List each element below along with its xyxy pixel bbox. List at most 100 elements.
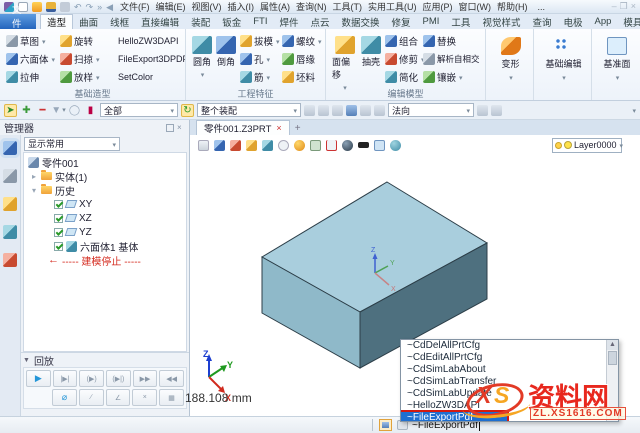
menu-item[interactable]: 工具(T) [330, 0, 366, 13]
replay-button[interactable]: ▶▶ [133, 370, 158, 387]
menu-item[interactable]: 插入(I) [225, 0, 258, 13]
ribbon-tab[interactable]: FTI [247, 14, 273, 29]
ribbon-tab[interactable]: 模具 [617, 14, 640, 29]
checkbox-checked-icon[interactable] [54, 200, 63, 209]
tree-root-part[interactable]: 零件001 [24, 155, 186, 169]
tree-node-history[interactable]: ▾ 历史 [24, 183, 186, 197]
tab-assembly-icon[interactable] [3, 169, 17, 183]
menu-item[interactable]: 编辑(E) [153, 0, 189, 13]
ribbon-item-chamfer[interactable]: 倒角 [216, 36, 236, 88]
ribbon-tab[interactable]: 电极 [557, 14, 588, 29]
undo-icon[interactable]: ↶ [74, 2, 82, 12]
tab-history-icon[interactable] [3, 141, 17, 155]
file-menu-button[interactable]: 文件(F) [0, 14, 36, 29]
ribbon-tab[interactable]: 线框 [104, 14, 135, 29]
save-icon[interactable] [46, 2, 56, 12]
plane-display-icon[interactable] [374, 140, 385, 151]
normal-select[interactable]: 法向 [388, 103, 474, 117]
ribbon-item-sketch[interactable]: 草图 [6, 34, 60, 48]
command-window-icon[interactable] [379, 419, 392, 431]
collapse-left-icon[interactable]: ◀ [106, 2, 113, 12]
menu-item[interactable]: 应用(P) [420, 0, 456, 13]
ribbon-item-fileexport3dpdf[interactable]: FileExport3DPDF [118, 54, 186, 64]
ribbon-tab[interactable]: 查询 [526, 14, 557, 29]
autocomplete-item[interactable]: ~CdEditAllPrtCfg [401, 352, 607, 364]
menu-item[interactable]: 窗口(W) [456, 0, 495, 13]
remove-selection-icon[interactable]: ━ [36, 104, 49, 117]
ribbon-tab[interactable]: 焊件 [273, 14, 304, 29]
ribbon-item-inlay[interactable]: 镶嵌 [423, 70, 481, 84]
checkbox-checked-icon[interactable] [54, 214, 63, 223]
open-file-icon[interactable] [32, 2, 42, 12]
scroll-up-icon[interactable]: ▲ [607, 340, 618, 350]
pick-list-icon[interactable]: ▮ [84, 104, 97, 117]
ribbon-tab[interactable]: 装配 [185, 14, 216, 29]
ribbon-item-basic-edit[interactable]: 基础编辑 [540, 37, 587, 82]
scope-select[interactable]: 整个装配 [197, 103, 301, 117]
ribbon-item-loft[interactable]: 放样 [60, 70, 118, 84]
ribbon-tab[interactable]: 视觉样式 [476, 14, 526, 29]
tree-node-plane-yz[interactable]: YZ [24, 225, 186, 239]
ribbon-tab[interactable]: 数据交换 [336, 14, 386, 29]
eraser-icon[interactable] [230, 140, 241, 151]
ribbon-item-setcolor[interactable]: SetColor [118, 72, 186, 82]
new-tab-button[interactable]: + [290, 122, 306, 135]
replay-button[interactable]: (▶|) [106, 370, 131, 387]
ribbon-tab[interactable]: 点云 [304, 14, 335, 29]
tab-regen-icon[interactable] [3, 253, 17, 267]
autocomplete-item[interactable]: ~CdDelAllPrtCfg [401, 340, 607, 352]
restore-icon[interactable]: ❐ [620, 1, 628, 12]
toolbar-overflow-icon[interactable]: » [97, 2, 102, 12]
tree-filter-select[interactable]: 显示常用 [24, 137, 120, 151]
filter-icon[interactable]: ▼ [52, 104, 65, 117]
ribbon-item-combine[interactable]: 组合 [385, 34, 423, 48]
ribbon-item-trim[interactable]: 修剪 [385, 52, 423, 66]
menu-overflow[interactable]: ... [535, 2, 549, 12]
layer-select[interactable]: Layer0000 [552, 138, 622, 153]
replay-button[interactable]: ▶ [26, 370, 51, 387]
replay-tool-button[interactable]: ⌀ [52, 389, 77, 406]
ribbon-item-rib[interactable]: 筋 [240, 70, 282, 84]
grid-icon[interactable] [310, 140, 321, 151]
chevron-down-icon[interactable]: ▾ [30, 186, 38, 195]
pick-normal-icon[interactable] [477, 105, 488, 116]
ribbon-tab[interactable]: 曲面 [73, 14, 104, 29]
collapse-bar-icon[interactable] [631, 106, 636, 115]
exit-icon[interactable] [198, 140, 209, 151]
document-tab[interactable]: 零件001.Z3PRT × [196, 120, 290, 135]
tab-close-icon[interactable]: × [276, 123, 281, 133]
ribbon-item-replace[interactable]: 替换 [423, 34, 481, 48]
replay-tool-button[interactable]: ▦ [159, 389, 184, 406]
close-icon[interactable]: × [631, 1, 636, 12]
align-top-icon[interactable] [332, 105, 343, 116]
tree-node-solids[interactable]: ▸ 实体(1) [24, 169, 186, 183]
select-cursor-icon[interactable]: ➤ [4, 104, 17, 117]
checkbox-checked-icon[interactable] [54, 228, 63, 237]
menu-item[interactable]: 查询(N) [293, 0, 330, 13]
autocomplete-item[interactable]: ~CdSimLabUpdate [401, 388, 607, 400]
ribbon-item-resolve-selfx[interactable]: 解析自相交 [423, 53, 481, 65]
replay-button[interactable]: ◀◀ [159, 370, 184, 387]
menu-item[interactable]: 视图(V) [189, 0, 225, 13]
ribbon-item-deform[interactable]: 变形 [492, 37, 529, 82]
ribbon-item-revolve[interactable]: 旋转 [60, 34, 118, 48]
dark-sphere-icon[interactable] [342, 140, 353, 151]
ribbon-item-lip[interactable]: 唇缘 [282, 52, 326, 66]
ribbon-tab[interactable]: App [588, 14, 617, 29]
ribbon-tab[interactable]: 修复 [386, 14, 417, 29]
unlink-icon[interactable] [318, 105, 329, 116]
tree-node-box-feature[interactable]: 六面体1 基体 [24, 239, 186, 253]
ribbon-item-thread[interactable]: 螺纹 [282, 34, 326, 48]
replay-button[interactable]: (▶) [79, 370, 104, 387]
ribbon-tab[interactable]: 钣金 [216, 14, 247, 29]
ribbon-item-draft[interactable]: 拔模 [240, 34, 282, 48]
redo-icon[interactable]: ↷ [86, 2, 94, 12]
tree-rollback-marker[interactable]: ← ----- 建模停止 ----- [24, 253, 186, 267]
layer-visibility-icon[interactable] [555, 142, 562, 149]
ribbon-item-face-offset[interactable]: 面偏移 [332, 36, 357, 88]
ribbon-item-box[interactable]: 六面体 [6, 52, 60, 66]
ribbon-tab[interactable]: 直接编辑 [135, 14, 185, 29]
menu-item[interactable]: 文件(F) [117, 0, 153, 13]
scrollbar-thumb[interactable] [608, 351, 617, 365]
ribbon-item-datum-plane[interactable]: 基准面 [598, 37, 636, 82]
